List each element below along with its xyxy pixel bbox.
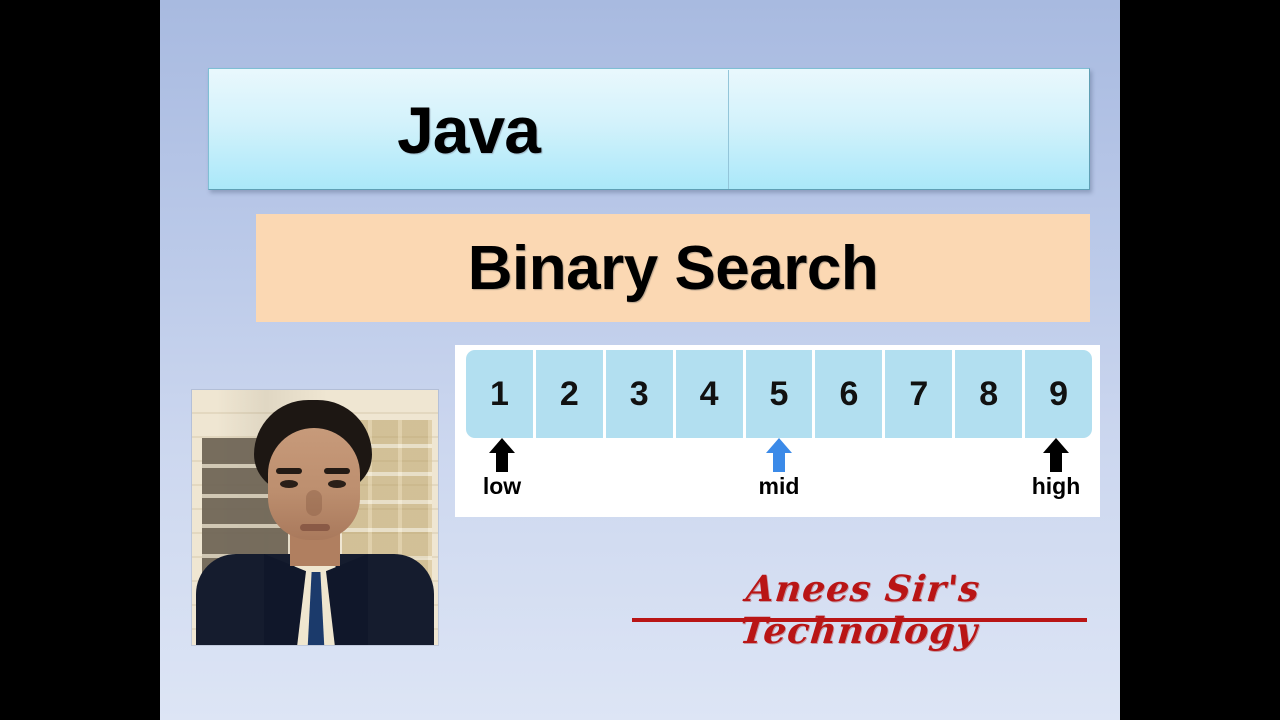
marker-low: low xyxy=(467,438,537,499)
marker-high-label: high xyxy=(1031,473,1081,499)
array-cell: 5 xyxy=(745,350,813,438)
topic-banner: Binary Search xyxy=(256,214,1090,322)
array-cell: 1 xyxy=(466,350,533,438)
photo-mouth xyxy=(300,524,330,531)
slide-canvas: Java Binary Search 1 2 3 4 5 6 7 8 9 low… xyxy=(160,0,1120,720)
title-banner-label: Java xyxy=(397,93,541,167)
photo-nose xyxy=(306,490,322,516)
arrow-up-icon xyxy=(1043,438,1069,472)
array-cell: 4 xyxy=(675,350,743,438)
array-cell: 7 xyxy=(885,350,953,438)
photo-eye-right xyxy=(328,480,346,488)
array-cell: 8 xyxy=(955,350,1023,438)
marker-mid-label: mid xyxy=(758,473,800,499)
letterbox-right xyxy=(1120,0,1280,720)
channel-signature-text: Anees Sir's Technology xyxy=(737,568,983,652)
array-markers: low mid high xyxy=(466,438,1092,510)
marker-low-label: low xyxy=(482,473,522,499)
arrow-up-icon xyxy=(489,438,515,472)
array-cell: 2 xyxy=(535,350,603,438)
letterbox-left xyxy=(0,0,160,720)
arrow-up-icon xyxy=(766,438,792,472)
array-cell: 6 xyxy=(815,350,883,438)
title-banner: Java xyxy=(208,68,1090,190)
array-diagram: 1 2 3 4 5 6 7 8 9 low mid high xyxy=(455,345,1100,517)
array-cell: 3 xyxy=(605,350,673,438)
title-banner-divider xyxy=(728,70,729,189)
array-cells: 1 2 3 4 5 6 7 8 9 xyxy=(466,350,1093,438)
marker-high: high xyxy=(1021,438,1091,499)
video-frame: Java Binary Search 1 2 3 4 5 6 7 8 9 low… xyxy=(0,0,1280,720)
photo-eyebrow-left xyxy=(276,468,302,474)
channel-signature: Anees Sir's Technology xyxy=(632,568,1090,652)
marker-mid: mid xyxy=(744,438,814,499)
photo-eye-left xyxy=(280,480,298,488)
array-cell: 9 xyxy=(1025,350,1093,438)
channel-signature-underline xyxy=(632,618,1087,622)
topic-banner-label: Binary Search xyxy=(467,233,879,303)
photo-eyebrow-right xyxy=(324,468,350,474)
presenter-photo xyxy=(192,390,438,645)
